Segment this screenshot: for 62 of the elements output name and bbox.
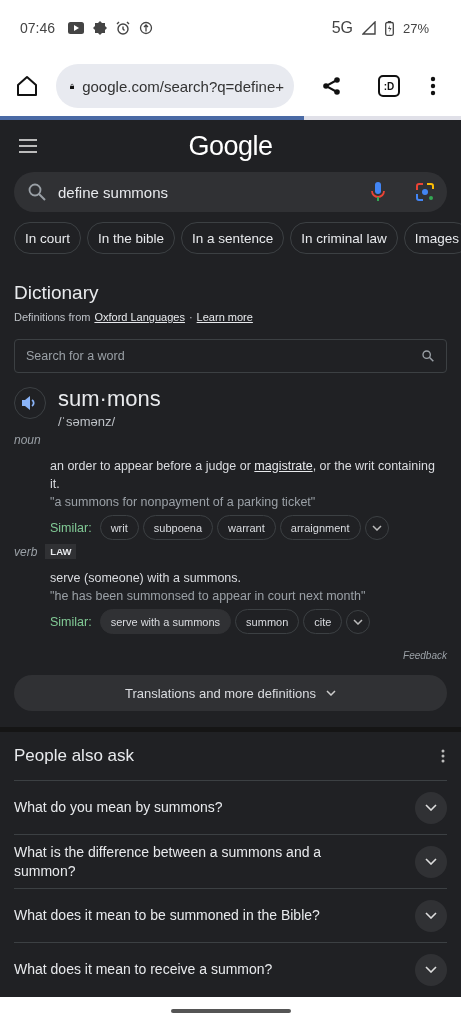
word-search-field[interactable]: Search for a word	[14, 339, 447, 373]
part-of-speech: verb	[14, 544, 38, 559]
source-text: Definitions from	[14, 311, 91, 323]
source-link[interactable]: Oxford Languages	[94, 311, 185, 323]
chevron-down-icon	[326, 690, 336, 697]
similar-label: Similar:	[50, 520, 92, 535]
usage-tag: LAW	[45, 544, 77, 560]
chevron-down-icon	[371, 524, 382, 531]
home-indicator[interactable]	[170, 1008, 291, 1013]
more-options-icon[interactable]	[430, 76, 436, 96]
network-label: 5G	[331, 19, 353, 37]
signal-icon	[361, 21, 376, 35]
expand-button[interactable]	[415, 953, 447, 986]
alarm-icon	[116, 21, 131, 35]
data-saver-icon	[139, 21, 154, 35]
camera-lens-icon[interactable]	[415, 182, 435, 202]
phonetic-text: /ˈsəmənz/	[58, 414, 117, 430]
chevron-icon	[425, 912, 437, 920]
share-icon[interactable]	[322, 76, 342, 96]
chevron-down-icon	[353, 618, 364, 625]
section-title: Dictionary	[14, 282, 100, 304]
learn-more-link[interactable]: Learn more	[196, 311, 253, 323]
search-icon	[28, 183, 46, 201]
search-field[interactable]: define summons	[14, 172, 447, 212]
similar-label: Similar:	[50, 614, 92, 629]
chevron-icon	[425, 858, 437, 866]
search-query: define summons	[58, 183, 170, 201]
feedback-link[interactable]: Feedback	[403, 650, 447, 662]
battery-percent: 27%	[402, 20, 429, 36]
microphone-icon[interactable]	[371, 182, 385, 202]
tab-switcher-button[interactable]: :D	[378, 75, 400, 97]
battery-icon	[384, 20, 394, 36]
translations-button[interactable]: Translations and more definitions	[14, 675, 447, 712]
question-text[interactable]: What does it mean to be summoned in the Bible?	[14, 906, 320, 926]
home-icon[interactable]	[16, 75, 38, 97]
chevron-icon	[425, 804, 437, 812]
status-time: 07:46	[20, 20, 56, 36]
separator-dot: ·	[188, 311, 193, 323]
example-text: "a summons for nonpayment of a parking ticket"	[50, 494, 317, 512]
example-text: "he has been summonsed to appear in court next month"	[50, 588, 367, 606]
url-text: google.com/search?q=define+	[82, 77, 284, 95]
part-of-speech: noun	[14, 433, 41, 448]
expand-button[interactable]	[415, 899, 447, 932]
google-logo[interactable]: Google	[188, 130, 273, 162]
menu-icon[interactable]	[19, 139, 37, 153]
definition-link[interactable]: magistrate	[254, 459, 313, 474]
question-text[interactable]: What do you mean by summons?	[14, 798, 223, 818]
definition-text: an order to appear before a judge or magistrate, or the writ containing it.	[50, 458, 436, 494]
more-options-icon[interactable]	[441, 749, 445, 764]
brightness-icon	[93, 21, 108, 35]
section-title: People also ask	[14, 746, 135, 767]
address-bar[interactable]: google.com/search?q=define+	[56, 64, 294, 108]
video-icon	[68, 22, 85, 34]
search-icon[interactable]	[422, 350, 434, 362]
headword: sum·mons	[58, 387, 161, 412]
definition-text: serve (someone) with a summons.	[50, 570, 243, 588]
chevron-icon	[425, 966, 437, 974]
expand-button[interactable]	[415, 845, 447, 878]
synonym-chip[interactable]: serve with a summons	[99, 609, 232, 635]
question-text[interactable]: What does it mean to receive a summon?	[14, 960, 273, 980]
question-text[interactable]: What is the difference between a summons and a summon?	[14, 842, 354, 881]
expand-button[interactable]	[415, 791, 447, 824]
